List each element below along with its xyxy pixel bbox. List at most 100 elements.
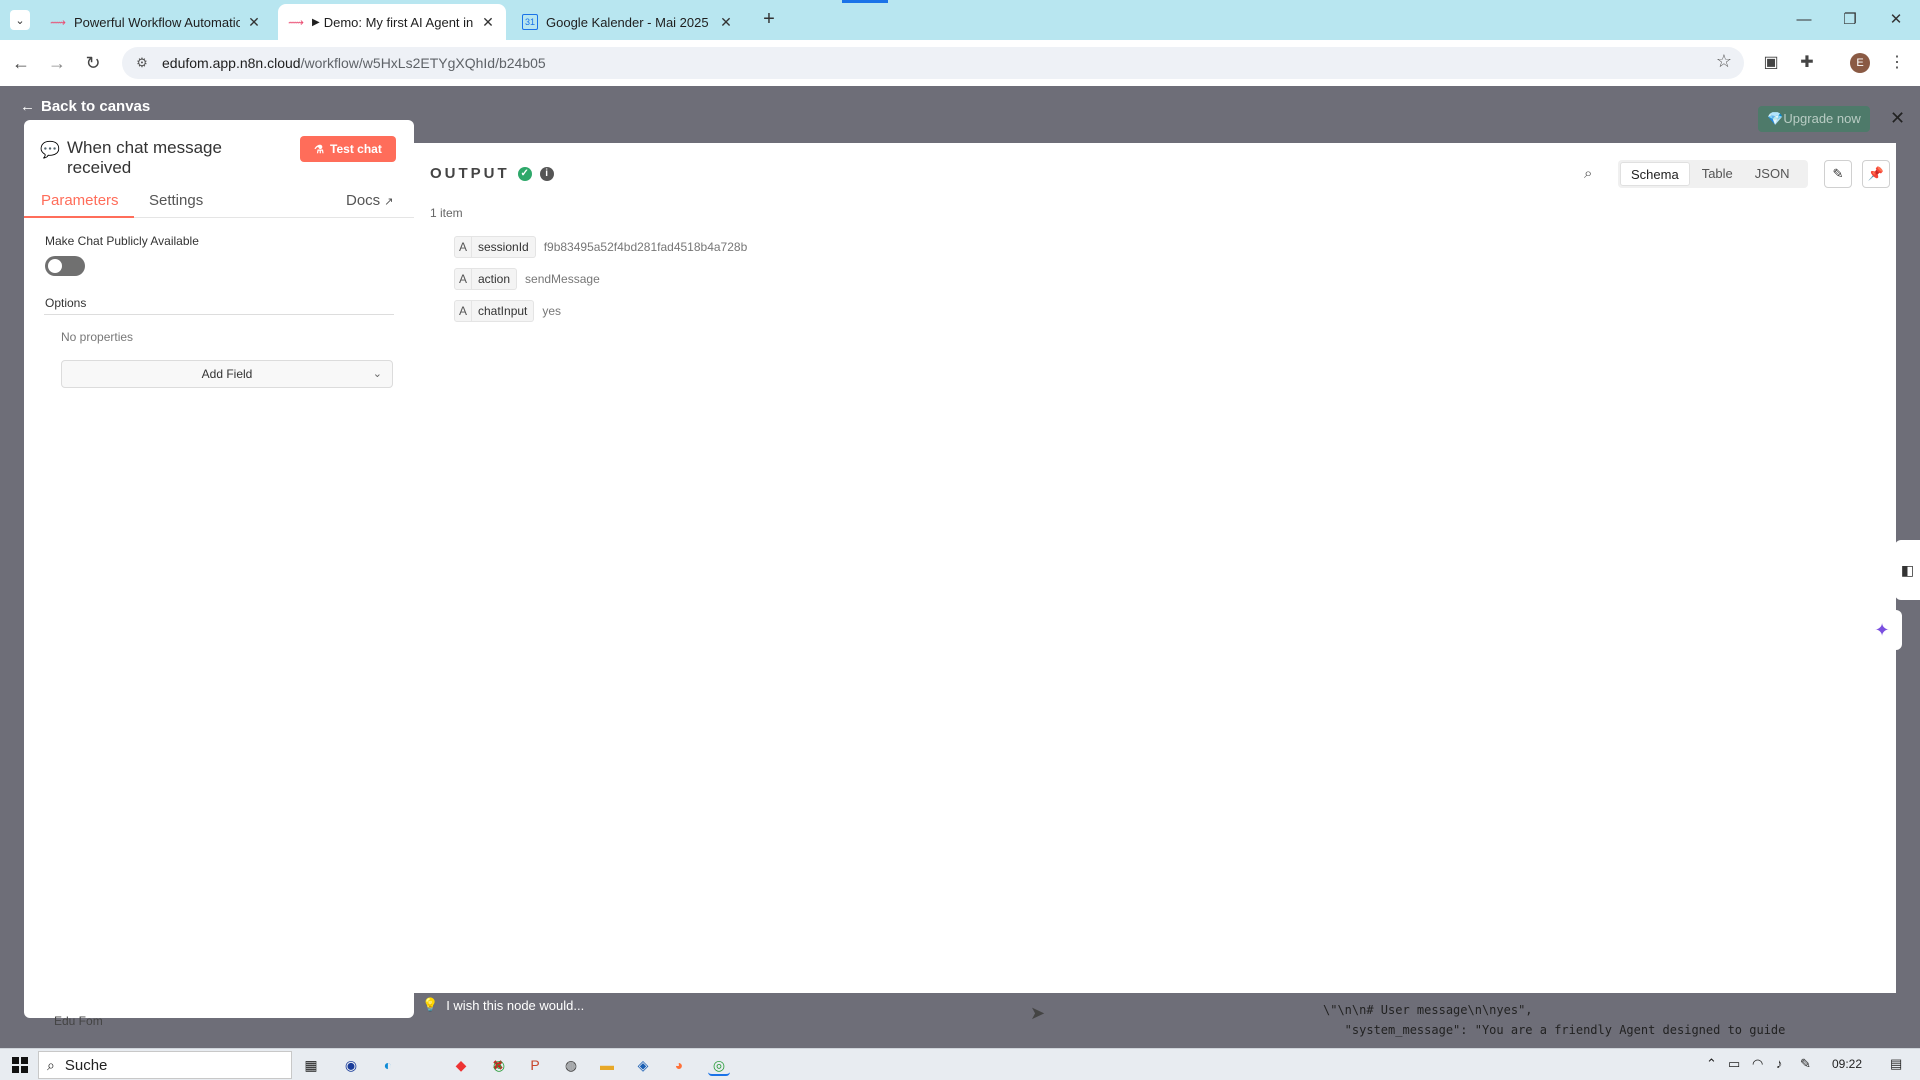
code-line: \"\n\n# User message\n\nyes", [1323,1003,1533,1017]
app-icon[interactable]: ◍ [560,1054,582,1076]
close-tab-icon[interactable]: ✕ [480,14,496,31]
wifi-icon[interactable]: ◠ [1752,1056,1763,1072]
view-schema-button[interactable]: Schema [1620,162,1690,186]
bookmark-star-icon[interactable]: ☆ [1716,51,1732,72]
edit-output-icon[interactable]: ✎ [1824,160,1852,188]
minimize-icon[interactable]: — [1786,6,1822,34]
close-tab-icon[interactable]: ✕ [718,14,734,31]
ai-assistant-sparkle-icon[interactable]: ✦ [1862,610,1902,650]
node-parameters-panel: 💬 When chat message received ⚗ Test chat… [24,120,414,1018]
search-icon: ⌕ [47,1056,55,1073]
output-view-switch: Schema Table JSON [1618,160,1808,188]
extensions-icon[interactable]: ✚ [1794,50,1820,76]
edge-icon[interactable]: ◐ [377,1054,399,1076]
toggle-knob [48,259,62,273]
close-tab-icon[interactable]: ✕ [246,14,262,31]
app-icon[interactable]: ◉ [340,1054,362,1076]
site-info-icon[interactable]: ⚙ [132,55,152,71]
chat-bubbles-icon: 💬 [40,142,60,159]
make-public-toggle[interactable] [45,256,85,276]
node-tabs: Parameters Settings Docs ↗ [24,184,414,218]
string-type-icon: A [454,300,472,322]
no-properties-text: No properties [61,330,134,344]
forward-icon[interactable]: → [44,50,70,76]
field-key[interactable]: sessionId [472,236,536,258]
taskbar-clock[interactable]: 09:22 [1832,1057,1862,1071]
taskbar-search[interactable]: ⌕ Suche [38,1051,292,1079]
volume-icon[interactable]: ♪ [1776,1056,1783,1071]
pin-data-icon[interactable]: 📌 [1862,160,1890,188]
browser-tab-3[interactable]: 31 Google Kalender - Mai 2025 ✕ [512,4,744,40]
view-table-button[interactable]: Table [1692,162,1743,186]
add-field-dropdown[interactable]: Add Field ⌄ [61,360,393,388]
windows-start-icon[interactable] [12,1057,28,1073]
docs-link[interactable]: Docs ↗ [346,192,393,209]
add-field-label: Add Field [201,367,253,381]
window-close-icon[interactable]: ✕ [1878,6,1914,34]
tab-search-chevron-icon[interactable]: ⌄ [10,10,30,30]
string-type-icon: A [454,236,472,258]
options-divider [44,314,394,315]
arrow-left-icon: ← [20,98,35,115]
upgrade-button[interactable]: 💎Upgrade now [1758,106,1870,132]
cast-icon[interactable]: ▣ [1758,50,1784,76]
address-bar[interactable]: ⚙ edufom.app.n8n.cloud/workflow/w5HxLs2E… [122,47,1744,79]
make-public-label: Make Chat Publicly Available [45,234,199,248]
brave-icon[interactable]: ◆ [450,1054,472,1076]
field-value: yes [542,304,562,318]
back-to-canvas-link[interactable]: ← Back to canvas [20,98,150,115]
tray-chevron-up-icon[interactable]: ⌃ [1706,1056,1717,1072]
view-json-button[interactable]: JSON [1745,162,1800,186]
code-line: "system_message": "You are a friendly Ag… [1323,1023,1786,1037]
output-title: OUTPUT [430,165,510,182]
feedback-prompt[interactable]: 💡 I wish this node would... [422,997,584,1013]
profile-avatar[interactable]: E [1850,53,1870,73]
restore-icon[interactable]: ❐ [1832,6,1868,34]
calendar-icon: 31 [522,14,538,30]
feedback-placeholder: I wish this node would... [446,997,585,1013]
browser-tab-2[interactable]: ⟿ ▶ Demo: My first AI Agent in n8n ✕ [278,4,506,40]
powerpoint-icon[interactable]: P [524,1054,546,1076]
side-panel-toggle-icon[interactable]: ◧ [1895,540,1920,600]
reload-icon[interactable]: ↻ [80,50,106,76]
windows-taskbar: ⌕ Suche ▦ ◉ ◐ ◆ ✖ ◎ P ◍ ▬ ◈ ◕ ◎ ⌃ ▭ ◠ ♪ … [0,1048,1920,1080]
schema-row[interactable]: A chatInput yes [454,300,561,322]
app-icon[interactable]: ◈ [632,1054,654,1076]
task-view-icon[interactable]: ▦ [300,1054,322,1076]
send-icon[interactable]: ➤ [1030,1003,1045,1024]
output-header: OUTPUT ✓ i [430,165,554,182]
string-type-icon: A [454,268,472,290]
browser-toolbar: ← → ↻ ⚙ edufom.app.n8n.cloud/workflow/w5… [0,40,1920,86]
chevron-down-icon: ⌄ [372,368,382,380]
tab-settings[interactable]: Settings [149,192,203,209]
file-explorer-icon[interactable]: ▬ [596,1054,618,1076]
test-chat-button[interactable]: ⚗ Test chat [300,136,396,162]
n8n-icon: ⟿ [288,16,304,29]
field-key[interactable]: chatInput [472,300,535,322]
pen-icon[interactable]: ✎ [1800,1056,1811,1072]
options-label: Options [45,296,87,310]
tab-title: Powerful Workflow Automation [74,14,240,30]
firefox-icon[interactable]: ◕ [668,1054,690,1076]
info-icon[interactable]: i [539,166,554,181]
schema-row[interactable]: A sessionId f9b83495a52f4bd281fad4518b4a… [454,236,747,258]
schema-row[interactable]: A action sendMessage [454,268,600,290]
browser-menu-icon[interactable]: ⋮ [1884,50,1910,76]
chrome-icon[interactable]: ◎ [708,1054,730,1076]
notifications-icon[interactable]: ▤ [1890,1056,1902,1072]
node-title[interactable]: When chat message received [67,138,277,178]
battery-icon[interactable]: ▭ [1728,1056,1740,1072]
close-modal-icon[interactable]: ✕ [1890,108,1905,129]
back-icon[interactable]: ← [8,50,34,76]
field-value: sendMessage [525,272,600,286]
new-tab-icon[interactable]: + [757,8,781,32]
chrome-icon[interactable]: ◎ [488,1054,510,1076]
browser-tab-1[interactable]: ⟿ Powerful Workflow Automation ✕ [40,4,272,40]
playing-icon: ▶ [312,16,320,28]
items-count: 1 item [430,206,463,220]
tab-title: Google Kalender - Mai 2025 [546,14,709,30]
tab-parameters[interactable]: Parameters [41,192,119,209]
search-icon[interactable]: ⌕ [1584,165,1592,182]
taskbar-search-label: Suche [64,1056,108,1074]
field-key[interactable]: action [472,268,518,290]
